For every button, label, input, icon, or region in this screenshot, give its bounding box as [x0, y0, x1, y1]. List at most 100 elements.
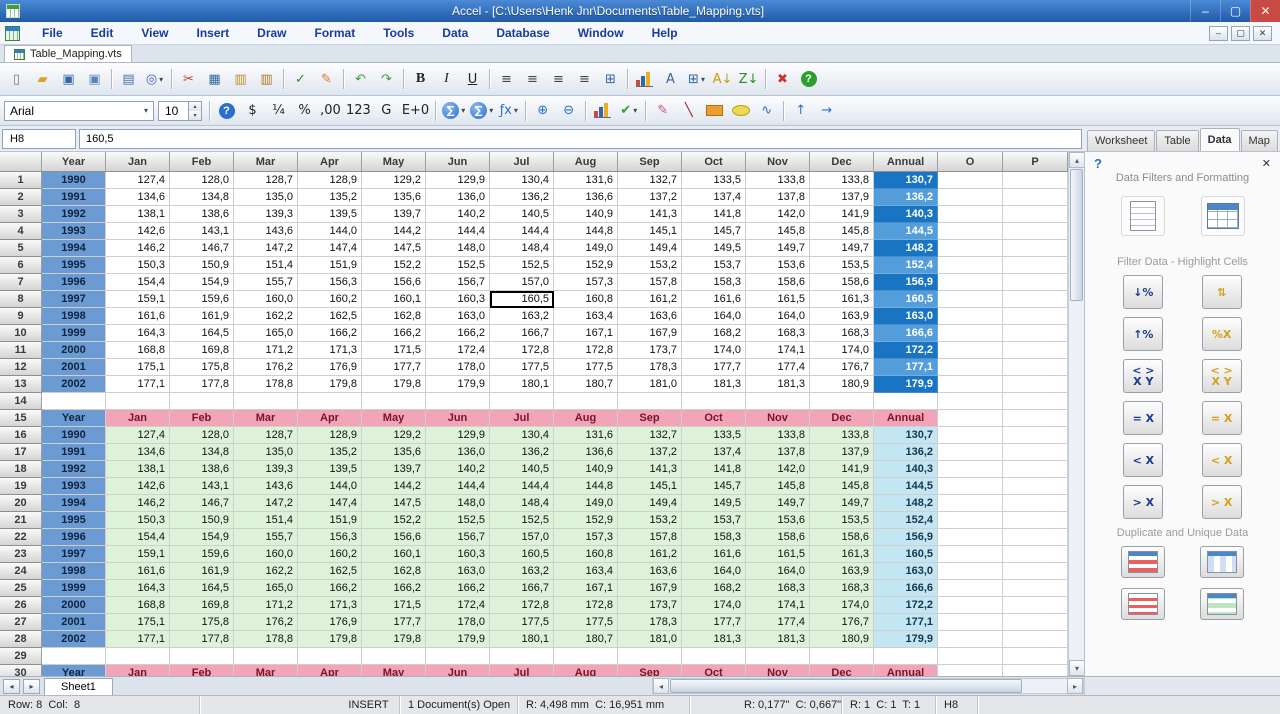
data-cell[interactable]: 177,5	[490, 614, 554, 631]
data-cell[interactable]: 146,2	[106, 240, 170, 257]
data-cell[interactable]: 160,2	[298, 546, 362, 563]
year-cell[interactable]: 1998	[42, 308, 106, 325]
data-cell[interactable]: 144,4	[426, 478, 490, 495]
vertical-scroll-track[interactable]	[1069, 168, 1084, 660]
data-cell[interactable]: 148,0	[426, 240, 490, 257]
data-cell[interactable]: 161,6	[682, 546, 746, 563]
data-cell[interactable]: 171,2	[234, 597, 298, 614]
data-cell[interactable]: 153,6	[746, 257, 810, 274]
sort-descending-icon[interactable]: Z↓	[736, 67, 761, 91]
empty-cell[interactable]	[170, 393, 234, 410]
empty-cell[interactable]	[554, 393, 618, 410]
annual-cell[interactable]: 163,0	[874, 563, 938, 580]
data-cell[interactable]: 168,3	[746, 325, 810, 342]
table-header-cell[interactable]: Annual	[874, 665, 938, 676]
data-cell[interactable]: 152,5	[490, 512, 554, 529]
data-cell[interactable]: 149,7	[810, 240, 874, 257]
data-cell[interactable]: 176,7	[810, 614, 874, 631]
highlight-duplicate-rows-button[interactable]	[1121, 546, 1165, 578]
row-header-20[interactable]: 20	[0, 495, 42, 512]
empty-cell[interactable]	[1003, 189, 1068, 206]
empty-cell[interactable]	[1003, 461, 1068, 478]
insert-chart-icon[interactable]	[632, 67, 657, 91]
year-cell[interactable]: 2000	[42, 342, 106, 359]
curve-tool-icon[interactable]: ∿	[754, 99, 779, 123]
save-all-icon[interactable]: ▣	[82, 67, 107, 91]
data-cell[interactable]: 160,1	[362, 291, 426, 308]
cut-icon[interactable]: ✂	[176, 67, 201, 91]
data-cell[interactable]: 160,0	[234, 291, 298, 308]
table-header-cell[interactable]: Apr	[298, 410, 362, 427]
horizontal-scroll-thumb[interactable]	[670, 679, 1022, 693]
data-cell[interactable]: 156,6	[362, 274, 426, 291]
data-cell[interactable]: 135,2	[298, 189, 362, 206]
row-header-17[interactable]: 17	[0, 444, 42, 461]
data-cell[interactable]: 148,0	[426, 495, 490, 512]
data-cell[interactable]: 140,9	[554, 461, 618, 478]
data-cell[interactable]: 150,9	[170, 512, 234, 529]
empty-cell[interactable]	[938, 393, 1003, 410]
table-header-year-cell[interactable]: Year	[42, 665, 106, 676]
menu-item-format[interactable]: Format	[301, 22, 370, 44]
data-cell[interactable]: 143,1	[170, 223, 234, 240]
data-cell[interactable]: 166,2	[298, 580, 362, 597]
horizontal-scrollbar[interactable]: ◂ ▸	[652, 678, 1084, 694]
row-header-16[interactable]: 16	[0, 427, 42, 444]
panel-tab-table[interactable]: Table	[1156, 130, 1198, 151]
data-cell[interactable]: 128,9	[298, 427, 362, 444]
data-cell[interactable]: 163,9	[810, 308, 874, 325]
empty-cell[interactable]	[42, 648, 106, 665]
data-cell[interactable]: 136,2	[490, 189, 554, 206]
data-cell[interactable]: 164,5	[170, 325, 234, 342]
data-cell[interactable]: 152,5	[426, 257, 490, 274]
undo-icon[interactable]: ↶	[348, 67, 373, 91]
help-icon[interactable]: ?	[796, 67, 821, 91]
fraction-format-button[interactable]: ¼	[266, 99, 291, 123]
year-cell[interactable]: 1995	[42, 257, 106, 274]
data-cell[interactable]: 166,2	[362, 580, 426, 597]
data-cell[interactable]: 157,3	[554, 529, 618, 546]
data-cell[interactable]: 171,3	[298, 597, 362, 614]
table-header-cell[interactable]: Annual	[874, 410, 938, 427]
grid-corner[interactable]	[0, 152, 42, 172]
table-header-cell[interactable]: Nov	[746, 410, 810, 427]
data-cell[interactable]: 144,0	[298, 478, 362, 495]
data-cell[interactable]: 179,8	[298, 376, 362, 393]
sheet-nav-left-button[interactable]: ◂	[3, 679, 20, 694]
data-cell[interactable]: 178,3	[618, 614, 682, 631]
annual-cell[interactable]: 140,3	[874, 206, 938, 223]
italic-button[interactable]: I	[434, 67, 459, 91]
currency-format-button[interactable]: $	[240, 99, 265, 123]
annual-cell[interactable]: 130,7	[874, 172, 938, 189]
data-cell[interactable]: 158,3	[682, 529, 746, 546]
document-tab[interactable]: Table_Mapping.vts	[4, 45, 132, 62]
data-cell[interactable]: 176,9	[298, 359, 362, 376]
data-cell[interactable]: 167,9	[618, 325, 682, 342]
data-cell[interactable]: 145,7	[682, 478, 746, 495]
data-cell[interactable]: 133,8	[810, 172, 874, 189]
number-format-button[interactable]: 123	[344, 99, 373, 123]
year-cell[interactable]: 1991	[42, 189, 106, 206]
year-cell[interactable]: 1990	[42, 172, 106, 189]
year-cell[interactable]: 1993	[42, 478, 106, 495]
empty-cell[interactable]	[1003, 325, 1068, 342]
row-header-21[interactable]: 21	[0, 512, 42, 529]
data-cell[interactable]: 153,2	[618, 257, 682, 274]
data-cell[interactable]: 181,3	[746, 631, 810, 648]
data-cell[interactable]: 136,0	[426, 444, 490, 461]
insert-function-button[interactable]: ƒx▾	[496, 99, 521, 123]
row-header-27[interactable]: 27	[0, 614, 42, 631]
data-cell[interactable]: 177,5	[490, 359, 554, 376]
data-cell[interactable]: 147,5	[362, 240, 426, 257]
data-cell[interactable]: 137,4	[682, 444, 746, 461]
data-cell[interactable]: 133,8	[746, 427, 810, 444]
annual-cell[interactable]: 166,6	[874, 325, 938, 342]
data-cell[interactable]: 137,2	[618, 444, 682, 461]
data-cell[interactable]: 163,2	[490, 563, 554, 580]
table-header-cell[interactable]: Jul	[490, 665, 554, 676]
help-context-icon[interactable]: ?	[214, 99, 239, 123]
table-header-cell[interactable]: Apr	[298, 665, 362, 676]
data-cell[interactable]: 159,1	[106, 291, 170, 308]
data-cell[interactable]: 133,8	[746, 172, 810, 189]
data-cell[interactable]: 155,7	[234, 274, 298, 291]
